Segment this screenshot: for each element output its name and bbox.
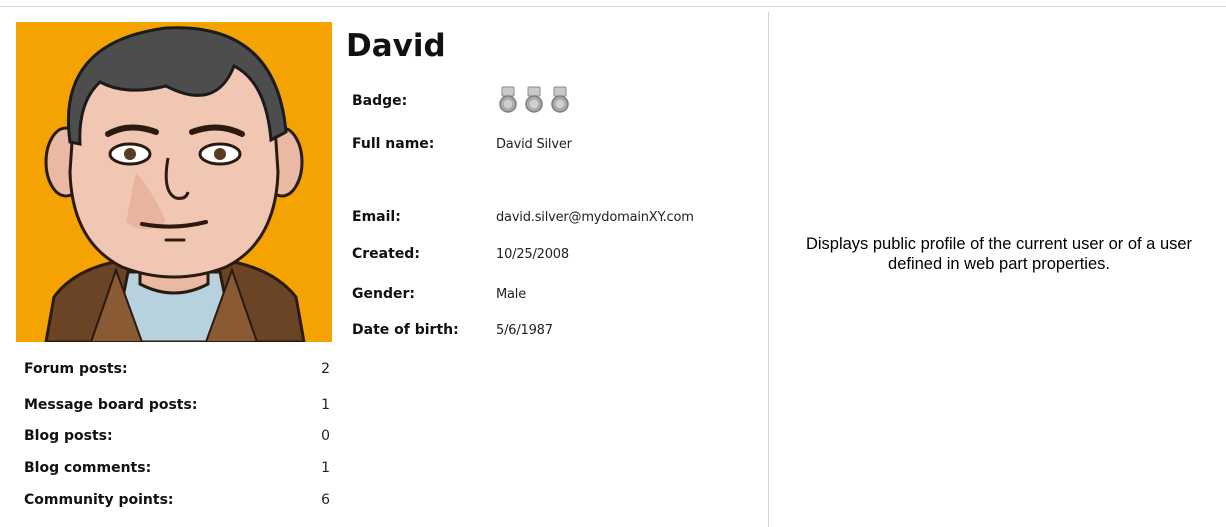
profile-details: Badge: Full name: David Silver Email: da… (352, 0, 767, 527)
stat-label: Forum posts: (24, 361, 128, 377)
date-of-birth-value: 5/6/1987 (496, 323, 553, 338)
email-value[interactable]: david.silver@mydomainXY.com (496, 209, 694, 227)
medal-icon (551, 86, 569, 113)
stat-label: Blog comments: (24, 460, 152, 476)
badge-list (496, 86, 572, 114)
community-stats: Forum posts: 2 Message board posts: 1 Bl… (24, 0, 344, 527)
full-name-value: David Silver (496, 137, 572, 152)
badge-label: Badge: (352, 93, 408, 109)
date-of-birth-label: Date of birth: (352, 322, 459, 338)
medal-icon (525, 86, 543, 113)
gender-value: Male (496, 287, 526, 302)
created-label: Created: (352, 246, 420, 262)
stat-value: 1 (321, 397, 330, 413)
medal-icon (499, 86, 517, 113)
email-label: Email: (352, 209, 401, 225)
stat-value: 0 (321, 428, 330, 444)
stat-label: Message board posts: (24, 397, 198, 413)
web-part-description: Displays public profile of the current u… (805, 235, 1193, 273)
stat-label: Community points: (24, 492, 174, 508)
stat-value: 1 (321, 460, 330, 476)
column-divider (768, 12, 769, 527)
stat-value: 2 (321, 361, 330, 377)
stat-label: Blog posts: (24, 428, 113, 444)
created-value: 10/25/2008 (496, 247, 569, 262)
stat-value: 6 (321, 492, 330, 508)
gender-label: Gender: (352, 286, 415, 302)
full-name-label: Full name: (352, 136, 435, 152)
